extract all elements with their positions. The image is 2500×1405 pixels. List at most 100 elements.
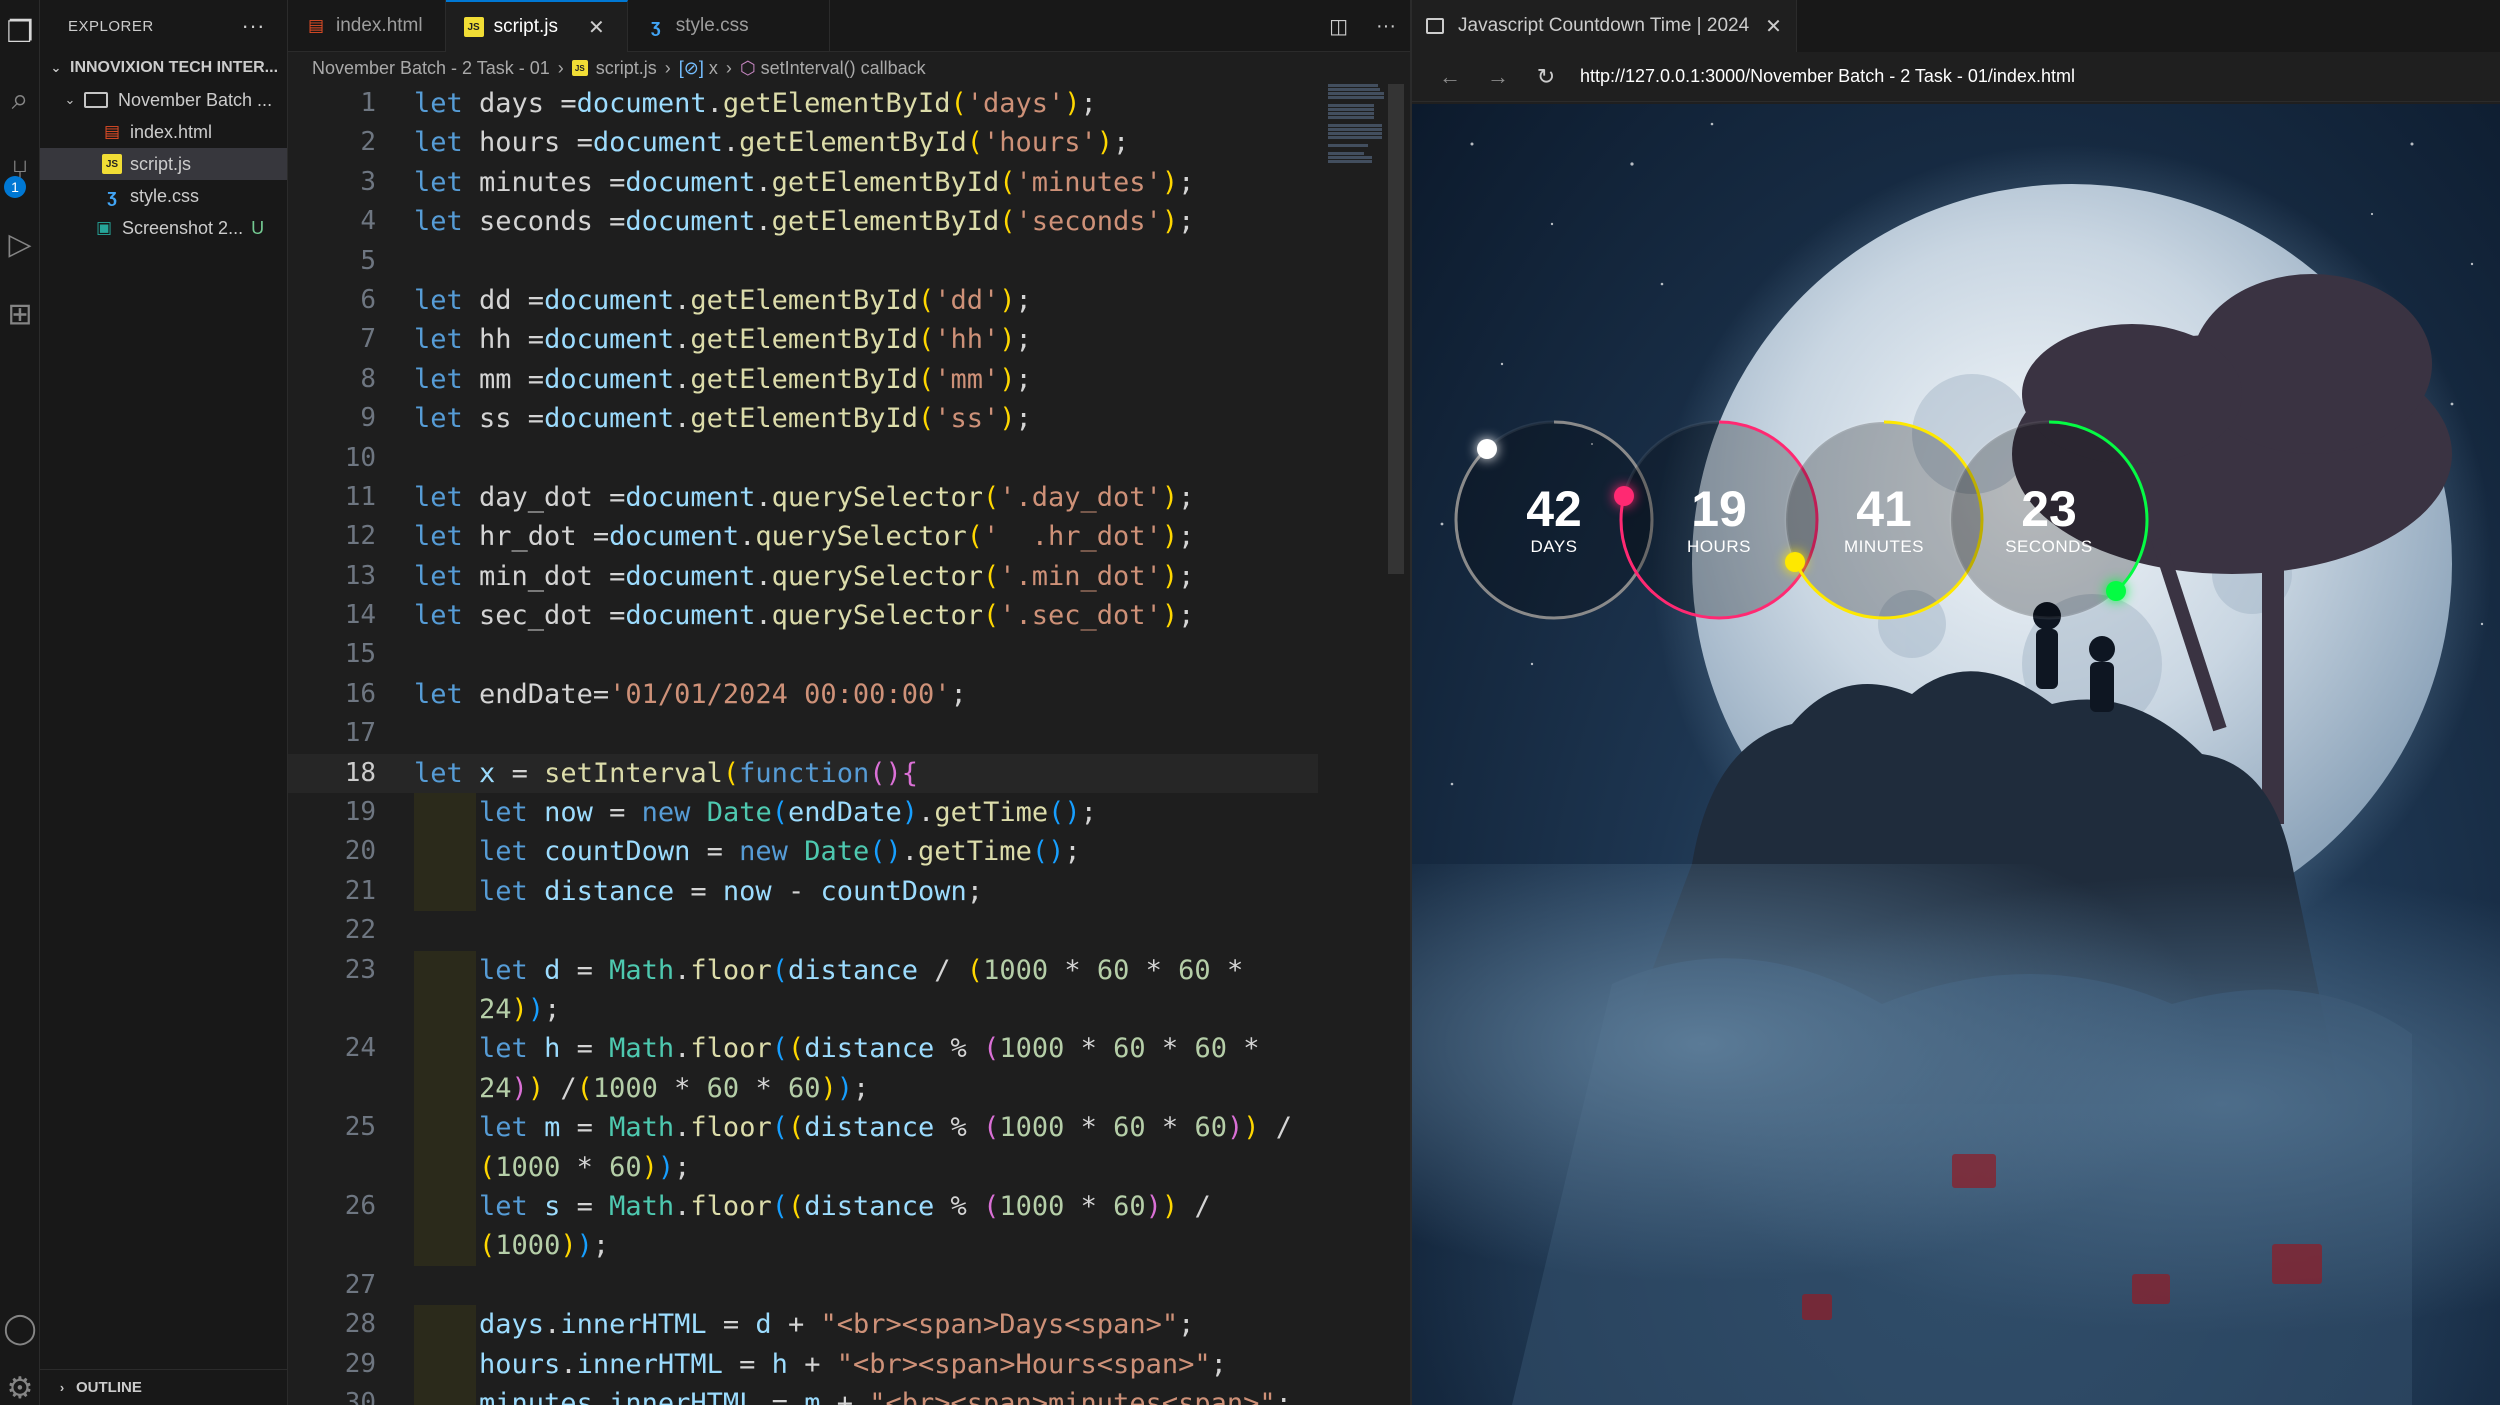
close-icon[interactable]: ✕	[1765, 14, 1782, 39]
tab-index-html[interactable]: ▤ index.html	[288, 0, 446, 52]
settings-gear-icon[interactable]: ⚙	[0, 1360, 40, 1405]
search-icon[interactable]: ⌕	[0, 72, 40, 128]
code-line[interactable]: 24 let h = Math.floor((distance % (1000 …	[288, 1029, 1388, 1069]
folder-november-batch[interactable]: ⌄ November Batch ...	[40, 84, 287, 116]
code-line[interactable]: 8 let mm =document.getElementById('mm');	[288, 360, 1388, 399]
timer-dot	[1614, 485, 1635, 506]
code-text: let day_dot =document.querySelector('.da…	[414, 481, 1195, 513]
breadcrumb: November Batch - 2 Task - 01 › JS script…	[288, 52, 1410, 84]
breadcrumb-file[interactable]: script.js	[596, 58, 657, 79]
code-line[interactable]: 23 let d = Math.floor(distance / (1000 *…	[288, 950, 1388, 990]
tab-style-css[interactable]: ʒ style.css	[628, 0, 830, 52]
timer-seconds: 23 SECONDS	[1947, 418, 2151, 622]
folder-icon	[84, 92, 108, 108]
code-line[interactable]: 4 let seconds =document.getElementById('s…	[288, 202, 1388, 241]
breadcrumb-callback[interactable]: setInterval() callback	[761, 58, 926, 79]
line-number: 19	[344, 797, 376, 828]
code-line[interactable]: 17	[288, 714, 1388, 753]
html-file-icon: ▤	[103, 122, 121, 141]
code-line[interactable]: (1000 * 60));	[288, 1147, 1388, 1187]
code-line[interactable]: 29 hours.innerHTML = h + "<br><span>Hour…	[288, 1344, 1388, 1384]
code-line[interactable]: (1000));	[288, 1226, 1388, 1266]
more-actions-icon[interactable]: ···	[242, 13, 265, 39]
account-icon[interactable]: ◯	[0, 1300, 40, 1356]
browser-nav-bar: ← → ↻ http://127.0.0.1:3000/November Bat…	[1412, 52, 2500, 102]
code-line[interactable]: 1 let days =document.getElementById('days…	[288, 84, 1388, 123]
line-number: 28	[344, 1309, 376, 1340]
code-line[interactable]: 24)) /(1000 * 60 * 60));	[288, 1068, 1388, 1109]
forward-icon[interactable]: →	[1474, 64, 1522, 90]
code-text: let endDate='01/01/2024 00:00:00';	[414, 678, 967, 710]
line-number: 20	[344, 836, 376, 867]
code-line[interactable]: 30 minutes.innerHTML = m + "<br><span>mi…	[288, 1383, 1388, 1405]
git-untracked-badge: U	[251, 217, 265, 238]
code-line[interactable]: 25 let m = Math.floor((distance % (1000 …	[288, 1108, 1388, 1148]
code-line[interactable]: 27	[288, 1266, 1388, 1305]
code-line[interactable]: 18 let x = setInterval(function(){	[288, 753, 1318, 794]
code-line[interactable]: 28 days.innerHTML = d + "<br><span>Days<…	[288, 1305, 1388, 1345]
line-number: 1	[360, 88, 376, 118]
browser-tab[interactable]: Javascript Countdown Time | 2024 ✕	[1412, 0, 1797, 52]
code-line[interactable]: 26 let s = Math.floor((distance % (1000 …	[288, 1186, 1388, 1227]
code-line[interactable]: 20 let countDown = new Date().getTime();	[288, 832, 1388, 872]
code-line[interactable]: 12 let hr_dot =document.querySelector(' .…	[288, 517, 1388, 556]
code-line[interactable]: 22	[288, 911, 1388, 950]
tab-script-js[interactable]: JS script.js ✕	[445, 0, 628, 52]
chevron-right-icon: ›	[664, 57, 671, 78]
line-number: 26	[344, 1190, 376, 1221]
file-script-js[interactable]: JS script.js	[40, 148, 287, 180]
page-icon	[1426, 18, 1444, 34]
method-icon: ⬡	[739, 57, 756, 78]
file-label: Screenshot 2...	[122, 217, 244, 238]
editor-scrollbar[interactable]	[1388, 84, 1404, 574]
outline-section[interactable]: › OUTLINE	[40, 1369, 287, 1405]
code-line[interactable]: 5	[288, 242, 1388, 281]
code-text: let distance = now - countDown;	[479, 875, 984, 907]
file-index-html[interactable]: ▤ index.html	[40, 116, 287, 148]
code-text: let s = Math.floor((distance % (1000 * 6…	[479, 1190, 1211, 1222]
js-file-icon: JS	[463, 17, 484, 37]
code-text: let dd =document.getElementById('dd');	[414, 284, 1032, 316]
code-line[interactable]: 2 let hours =document.getElementById('hou…	[288, 123, 1388, 162]
code-line[interactable]: 10	[288, 439, 1388, 478]
code-text: 24)) /(1000 * 60 * 60));	[479, 1072, 870, 1104]
address-bar[interactable]: http://127.0.0.1:3000/November Batch - 2…	[1580, 66, 2075, 87]
minimap[interactable]	[1328, 84, 1388, 204]
breadcrumb-symbol[interactable]: x	[709, 58, 718, 79]
code-line[interactable]: 15	[288, 635, 1388, 674]
breadcrumb-folder[interactable]: November Batch - 2 Task - 01	[312, 58, 550, 79]
file-style-css[interactable]: ʒ style.css	[40, 180, 287, 212]
reload-icon[interactable]: ↻	[1522, 64, 1570, 90]
split-editor-icon[interactable]: ◫	[1329, 14, 1348, 39]
back-icon[interactable]: ←	[1426, 64, 1474, 90]
line-number: 21	[344, 875, 376, 906]
code-text: let h = Math.floor((distance % (1000 * 6…	[479, 1033, 1260, 1065]
code-line[interactable]: 3 let minutes =document.getElementById('m…	[288, 163, 1388, 202]
file-label: index.html	[130, 121, 213, 142]
code-line[interactable]: 7 let hh =document.getElementById('hh');	[288, 320, 1388, 359]
workspace-root[interactable]: ⌄ INNOVIXION TECH INTER...	[40, 52, 287, 84]
code-line[interactable]: 21 let distance = now - countDown;	[288, 871, 1388, 912]
file-screenshot[interactable]: ▣ Screenshot 2... U	[40, 212, 287, 244]
code-line[interactable]: 14 let sec_dot =document.querySelector('.…	[288, 596, 1388, 635]
code-line[interactable]: 24));	[288, 989, 1388, 1030]
extensions-icon[interactable]: ⊞	[0, 286, 40, 342]
run-debug-icon[interactable]: ▷	[0, 216, 40, 272]
code-line[interactable]: 13 let min_dot =document.querySelector('.…	[288, 557, 1388, 596]
code-line[interactable]: 9 let ss =document.getElementById('ss');	[288, 399, 1388, 438]
explorer-icon[interactable]: ❐	[0, 4, 40, 60]
tab-label: index.html	[336, 15, 423, 36]
code-text: let now = new Date(endDate).getTime();	[479, 797, 1097, 829]
code-line[interactable]: 11 let day_dot =document.querySelector('.…	[288, 478, 1388, 517]
code-line[interactable]: 6 let dd =document.getElementById('dd');	[288, 281, 1388, 320]
close-icon[interactable]: ✕	[588, 15, 605, 40]
code-line[interactable]: 16 let endDate='01/01/2024 00:00:00';	[288, 675, 1388, 714]
timer-value: 19	[1691, 481, 1747, 537]
code-area[interactable]: 1 let days =document.getElementById('days…	[288, 84, 1388, 1405]
explorer-sidebar: EXPLORER ··· ⌄ INNOVIXION TECH INTER... …	[40, 0, 288, 1405]
timer-value: 41	[1856, 481, 1912, 537]
code-text: let seconds =document.getElementById('se…	[414, 206, 1195, 238]
code-line[interactable]: 19 let now = new Date(endDate).getTime()…	[288, 793, 1388, 833]
more-actions-icon[interactable]: ···	[1376, 15, 1396, 38]
code-text: let mm =document.getElementById('mm');	[414, 363, 1032, 395]
